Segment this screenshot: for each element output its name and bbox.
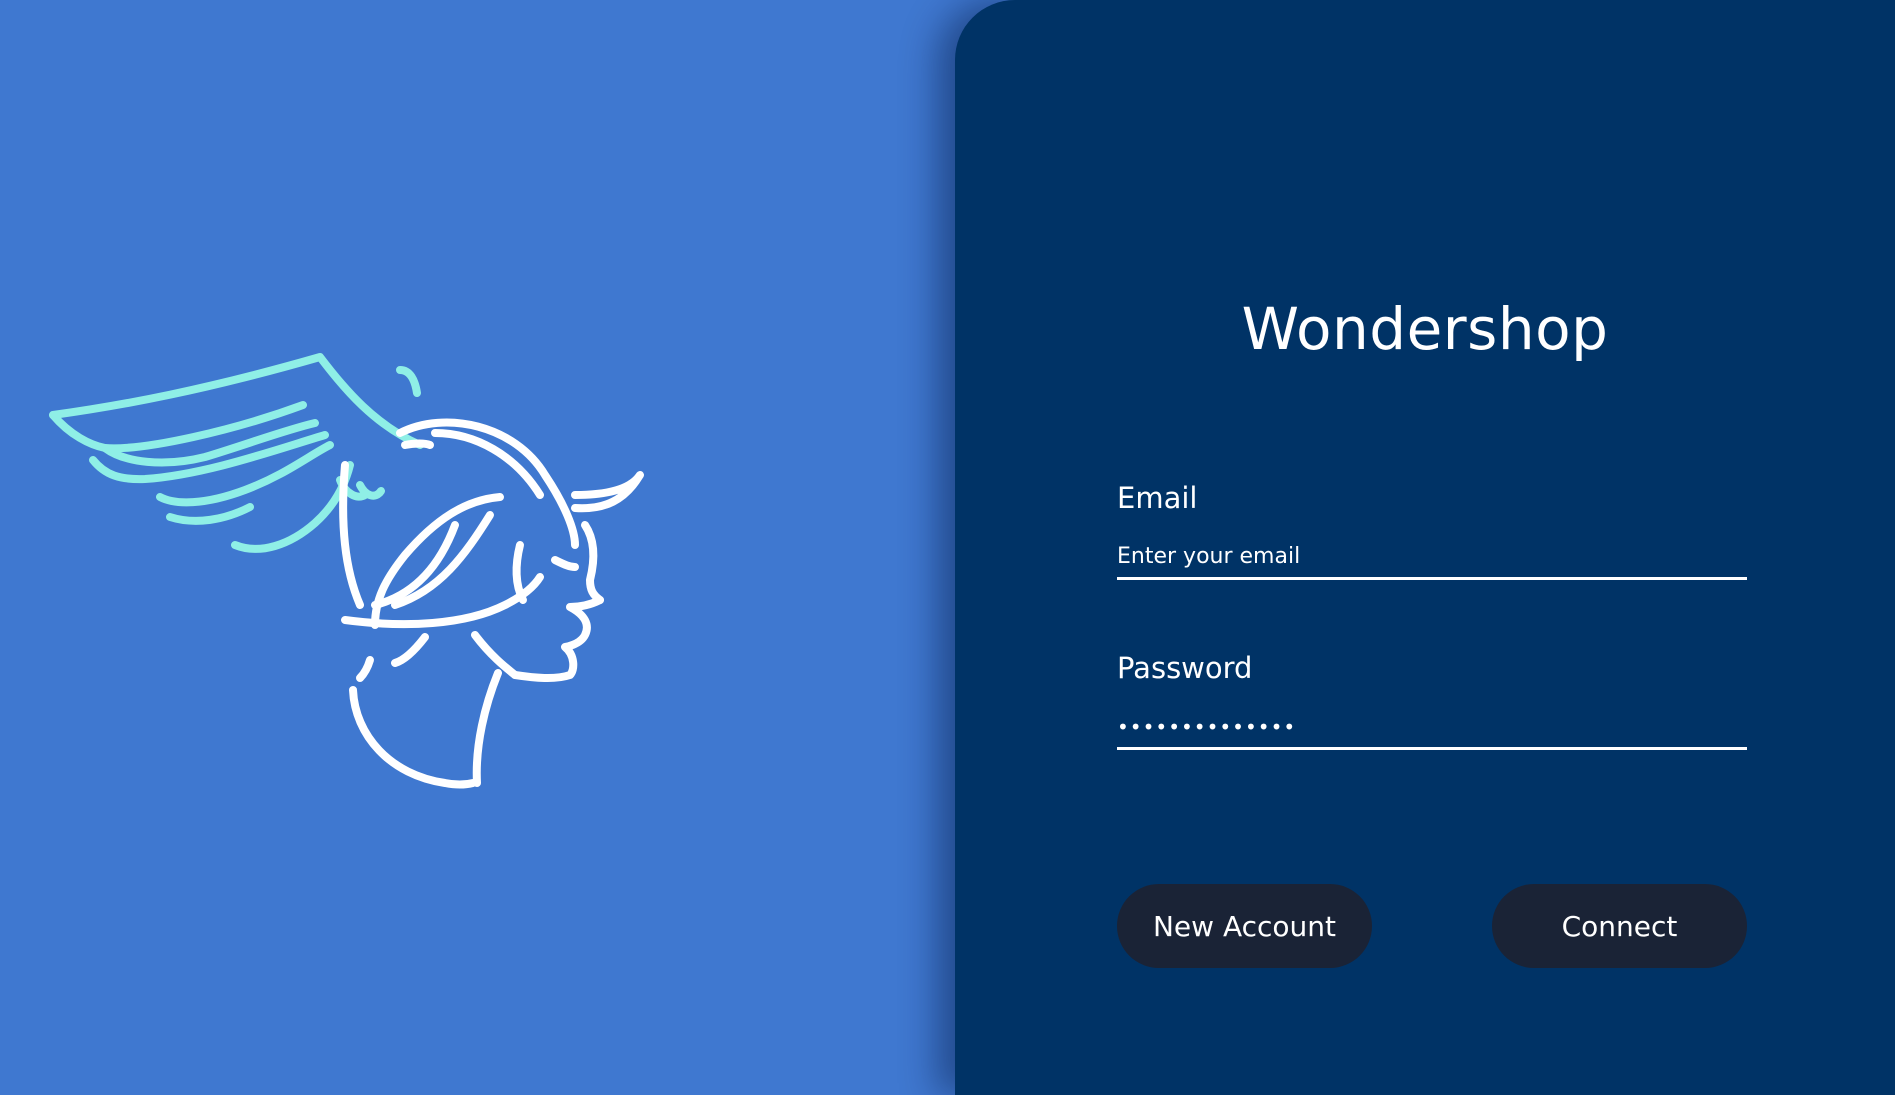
email-label: Email bbox=[1117, 481, 1198, 515]
wing-icon bbox=[49, 353, 424, 553]
new-account-button[interactable]: New Account bbox=[1117, 884, 1372, 968]
password-label: Password bbox=[1117, 651, 1253, 685]
connect-button[interactable]: Connect bbox=[1492, 884, 1747, 968]
login-panel: Wondershop Email Password New Account Co… bbox=[955, 0, 1895, 1095]
head-icon bbox=[339, 418, 644, 789]
login-window: Wondershop Email Password New Account Co… bbox=[0, 0, 1895, 1095]
app-title: Wondershop bbox=[1241, 295, 1609, 363]
password-input[interactable] bbox=[1117, 706, 1747, 750]
logo-area bbox=[0, 0, 955, 1095]
winged-helmet-head-icon bbox=[49, 353, 644, 789]
email-input[interactable] bbox=[1117, 536, 1747, 580]
email-field-group: Email bbox=[1117, 478, 1747, 580]
password-field-group: Password bbox=[1117, 648, 1747, 750]
